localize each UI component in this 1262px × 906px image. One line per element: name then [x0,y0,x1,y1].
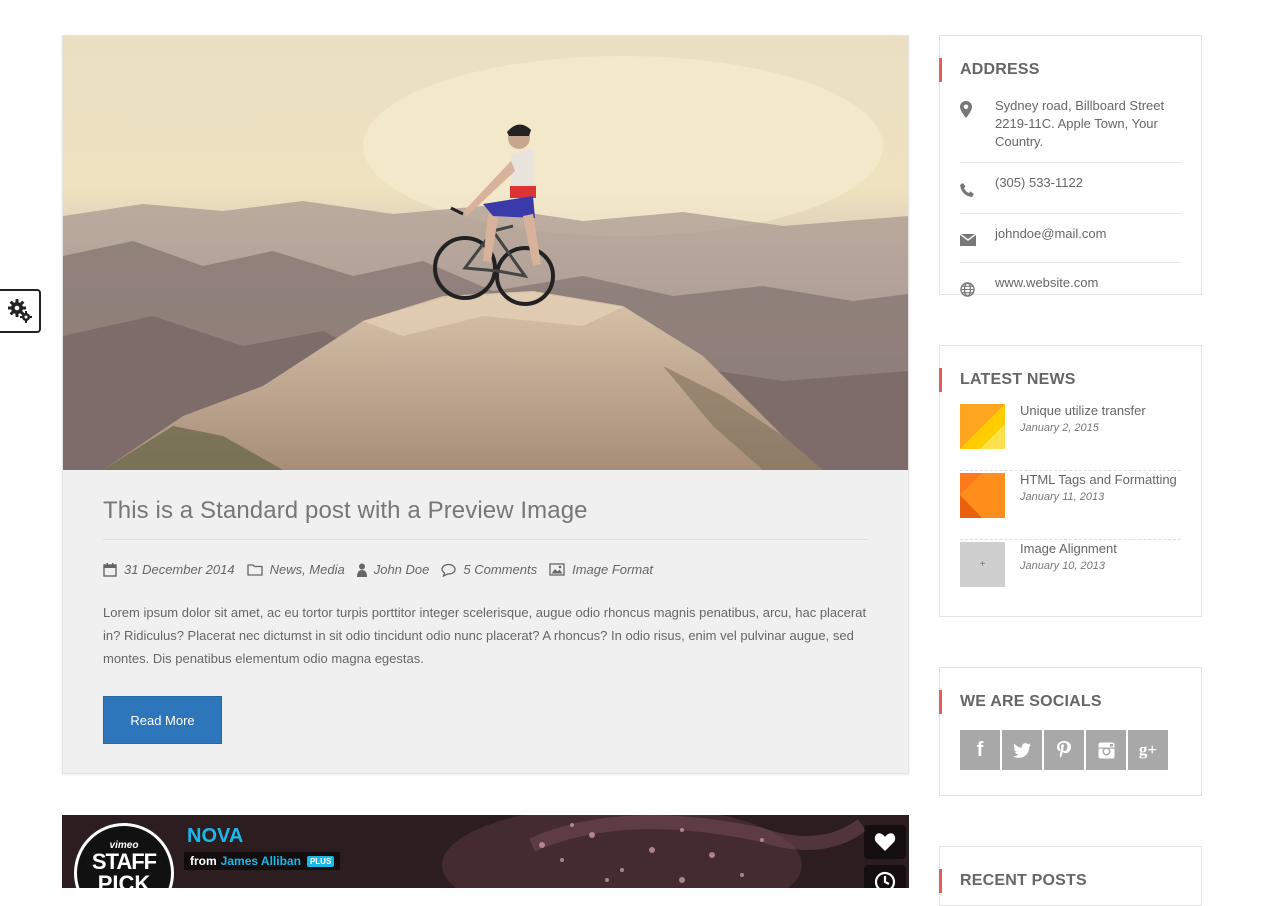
plus-badge: PLUS [306,855,335,867]
news-thumbnail[interactable] [960,404,1005,449]
post-comments[interactable]: 5 Comments [463,562,537,577]
map-marker-icon [960,101,972,118]
news-date: January 11, 2013 [1020,491,1105,503]
address-list: Sydney road, Billboard Street 2219-11C. … [959,97,1181,313]
video-author[interactable]: James Alliban [221,854,301,868]
recent-posts-widget: RECENT POSTS [939,846,1202,906]
video-byline: from James Alliban PLUS [184,852,341,870]
heart-icon [874,833,896,851]
post-title[interactable]: This is a Standard post with a Preview I… [103,497,868,525]
twitter-icon [1013,742,1031,758]
address-row-email: johndoe@mail.com [959,225,1181,263]
post-author[interactable]: John Doe [374,562,430,577]
settings-toggle-button[interactable] [0,289,41,333]
instagram-button[interactable] [1086,730,1126,770]
socials-widget-title: WE ARE SOCIALS [939,690,1201,714]
video-post[interactable]: vimeo STAFF PICK NOVA from James Alliban… [62,815,909,888]
meta-date: 31 December 2014 [103,562,235,577]
post-meta: 31 December 2014 News, Media John Doe 5 … [103,562,868,577]
watch-later-button[interactable] [864,865,906,888]
news-item[interactable]: HTML Tags and Formatting January 11, 201… [960,471,1181,540]
staff-pick-staff: STAFF [91,849,157,874]
address-phone[interactable]: (305) 533-1122 [995,174,1083,202]
socials-widget: WE ARE SOCIALS f g+ [939,667,1202,796]
comment-icon [441,563,457,577]
meta-comments[interactable]: 5 Comments [441,562,537,577]
news-title[interactable]: Unique utilize transfer [1020,402,1146,420]
phone-icon [960,183,974,197]
video-from-label: from [190,854,217,868]
news-item[interactable]: Unique utilize transfer January 2, 2015 [960,402,1181,471]
news-thumbnail[interactable] [960,473,1005,518]
title-divider [103,539,868,540]
post-categories[interactable]: News, Media [270,562,345,577]
pinterest-icon [1057,741,1071,758]
placeholder-glyph: + [979,559,986,570]
address-email[interactable]: johndoe@mail.com [995,225,1106,251]
latest-news-widget: LATEST NEWS Unique utilize transfer Janu… [939,345,1202,617]
meta-format[interactable]: Image Format [549,562,653,577]
user-icon [356,563,367,577]
address-row-website: www.website.com [960,274,1181,313]
address-row-phone: (305) 533-1122 [960,174,1181,214]
image-icon [549,563,565,576]
pinterest-button[interactable] [1044,730,1084,770]
post-body: This is a Standard post with a Preview I… [103,470,868,744]
clock-icon [874,871,896,888]
news-date: January 10, 2013 [1020,560,1106,572]
post-date: 31 December 2014 [124,562,235,577]
twitter-button[interactable] [1002,730,1042,770]
video-title[interactable]: NOVA [187,825,243,848]
social-buttons: f g+ [960,730,1181,770]
news-thumbnail-placeholder[interactable]: + [960,542,1005,587]
read-more-button[interactable]: Read More [103,696,222,744]
post-format[interactable]: Image Format [572,562,653,577]
address-widget: ADDRESS Sydney road, Billboard Street 22… [939,35,1202,297]
folder-icon [246,564,263,576]
news-date: January 2, 2015 [1020,422,1099,434]
meta-author[interactable]: John Doe [356,562,430,577]
facebook-button[interactable]: f [960,730,1000,770]
post-preview-image[interactable] [63,36,908,470]
standard-post: This is a Standard post with a Preview I… [62,35,909,774]
staff-pick-pick: PICK [97,871,151,889]
facebook-icon: f [976,738,984,761]
news-item[interactable]: + Image Alignment January 10, 2013 [960,540,1181,609]
news-title[interactable]: HTML Tags and Formatting [1020,471,1177,489]
latest-news-list: Unique utilize transfer January 2, 2015 … [960,402,1181,609]
meta-categories[interactable]: News, Media [246,562,345,577]
address-website[interactable]: www.website.com [995,274,1098,302]
post-excerpt: Lorem ipsum dolor sit amet, ac eu tortor… [103,605,867,666]
address-widget-title: ADDRESS [939,58,1201,82]
globe-icon [960,282,975,297]
address-row-location: Sydney road, Billboard Street 2219-11C. … [960,97,1181,163]
envelope-icon [959,233,977,246]
instagram-icon [1098,742,1114,758]
google-plus-button[interactable]: g+ [1128,730,1168,770]
news-title[interactable]: Image Alignment [1020,540,1117,558]
recent-posts-widget-title: RECENT POSTS [939,869,1201,893]
gears-icon [7,299,32,323]
calendar-icon [103,562,117,577]
mountain-cyclist-image [63,36,908,470]
like-button[interactable] [864,825,906,859]
latest-news-widget-title: LATEST NEWS [939,368,1201,392]
google-plus-icon: g+ [1138,740,1158,759]
address-location: Sydney road, Billboard Street 2219-11C. … [995,98,1165,149]
